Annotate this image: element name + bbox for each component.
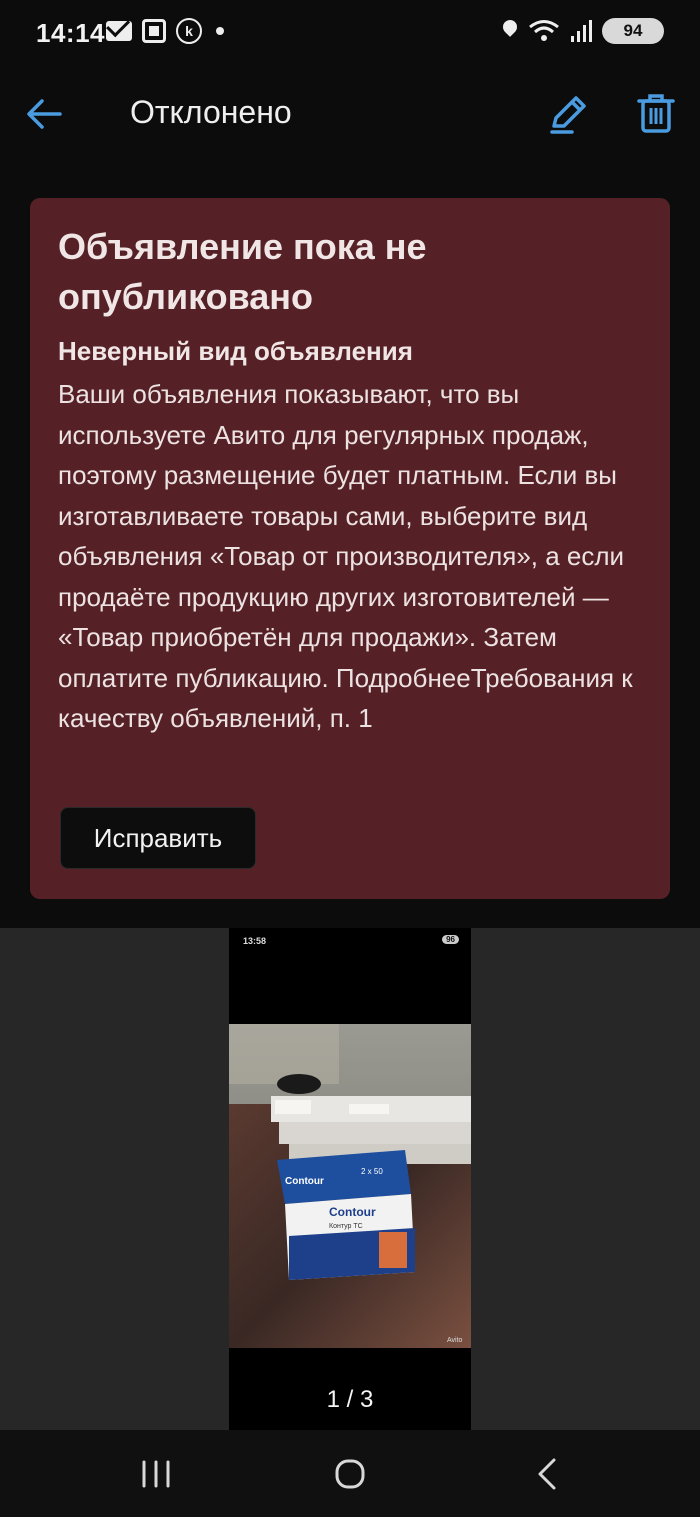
- page-title: Отклонено: [130, 94, 292, 130]
- photo-gallery[interactable]: 13:58 96 Contour 2 x 50 Contour Контур Т…: [0, 928, 700, 1430]
- page-counter: 1 / 3: [326, 1386, 374, 1413]
- listing-photo[interactable]: 13:58 96 Contour 2 x 50 Contour Контур Т…: [229, 928, 471, 1430]
- delete-button[interactable]: [632, 90, 680, 138]
- photo-box-brand-top: Contour: [285, 1176, 324, 1187]
- edit-button[interactable]: [544, 90, 592, 138]
- status-left-icons: k: [106, 18, 224, 44]
- photo-box-sub: Контур ТС: [329, 1223, 363, 1230]
- signal-icon: [571, 20, 592, 42]
- k-icon: k: [176, 18, 202, 44]
- status-bar: 14:14 k 94: [0, 0, 700, 66]
- card-subtitle: Неверный вид объявления: [58, 336, 413, 366]
- home-icon: [335, 1459, 365, 1489]
- fix-button[interactable]: Исправить: [60, 807, 256, 869]
- mail-icon: [106, 21, 132, 41]
- nav-back-button[interactable]: [518, 1450, 578, 1498]
- photo-box-count: 2 x 50: [361, 1167, 383, 1176]
- status-time: 14:14: [36, 18, 105, 48]
- photo-box-brand: Contour: [329, 1205, 376, 1219]
- rejection-card: Объявление пока не опубликовано Неверный…: [30, 198, 670, 899]
- arrow-left-icon: [27, 99, 62, 129]
- battery-icon: 94: [602, 18, 664, 44]
- card-title: Объявление пока не опубликовано: [58, 226, 427, 317]
- trash-icon: [637, 94, 675, 133]
- recents-icon: [142, 1460, 170, 1488]
- wifi-icon: [529, 20, 559, 41]
- home-button[interactable]: [320, 1450, 380, 1498]
- card-body: Ваши объявления показывают, что вы испол…: [58, 379, 633, 733]
- status-right-icons: 94: [502, 18, 664, 44]
- recents-button[interactable]: [126, 1450, 186, 1498]
- photo-status-bar: 13:58 96: [229, 928, 471, 954]
- dot-icon: [216, 27, 224, 35]
- photo-status-time: 13:58: [243, 936, 267, 946]
- photo-scene: Contour 2 x 50 Contour Контур ТС Avito: [229, 1024, 471, 1348]
- app-bar: Отклонено: [0, 70, 700, 160]
- location-icon: [502, 20, 518, 42]
- system-nav-bar: [0, 1430, 700, 1517]
- back-button[interactable]: [22, 92, 66, 136]
- battery-level: 94: [623, 21, 643, 40]
- photo-status-battery: 96: [442, 935, 459, 944]
- screenshot-icon: [142, 19, 166, 43]
- photo-watermark: Avito: [447, 1337, 463, 1344]
- pencil-icon: [550, 96, 586, 134]
- back-icon: [538, 1458, 556, 1490]
